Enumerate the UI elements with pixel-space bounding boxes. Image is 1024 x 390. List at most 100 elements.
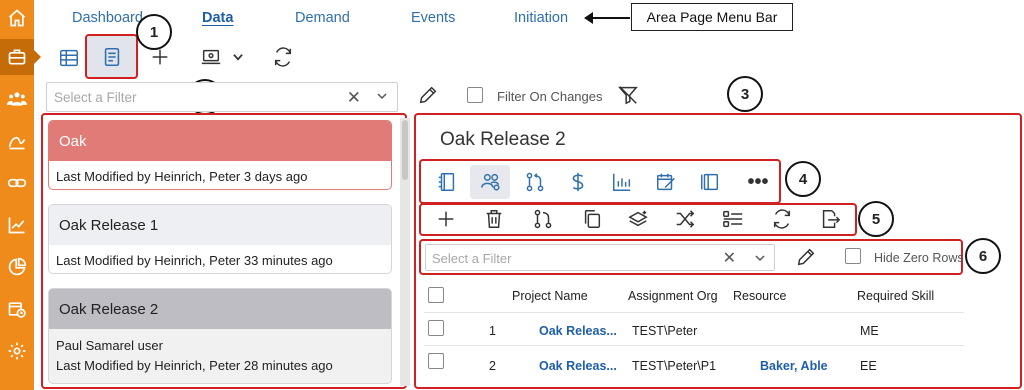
export-button[interactable] [818, 208, 842, 230]
home-icon [8, 9, 26, 27]
edit-grid-filter-button[interactable] [795, 246, 817, 268]
row-number: 2 [489, 359, 496, 373]
hide-zero-rows-checkbox[interactable] [845, 248, 861, 264]
export-icon [822, 210, 841, 228]
view-options-dropdown[interactable] [231, 50, 245, 64]
active-rail-indicator [34, 50, 41, 64]
card-modified: Last Modified by Heinrich, Peter 28 minu… [56, 358, 333, 373]
column-header-assignment-org[interactable]: Assignment Org [628, 289, 718, 303]
left-filter-select[interactable]: Select a Filter ✕ [46, 82, 398, 112]
edit-filter-button[interactable] [417, 84, 439, 106]
clear-filters-button[interactable] [617, 84, 639, 106]
grid-filter-chevron-down-icon[interactable] [754, 251, 766, 269]
list-settings-button[interactable] [720, 208, 746, 230]
row-divider [424, 345, 964, 346]
row-checkbox[interactable] [428, 320, 444, 336]
card-description: Paul Samarel user [56, 338, 163, 353]
refresh-icon [773, 209, 791, 229]
clear-grid-filter-icon[interactable]: ✕ [723, 248, 736, 268]
add-row-button[interactable] [435, 208, 457, 230]
book-icon [438, 173, 455, 191]
tab-initiation[interactable]: Initiation [514, 10, 568, 26]
pencil-icon [419, 86, 437, 104]
shuffle-button[interactable] [674, 208, 696, 230]
tab-financials-button[interactable] [566, 170, 590, 194]
rail-portfolio[interactable] [0, 39, 34, 75]
clear-filter-icon[interactable]: ✕ [347, 88, 361, 108]
link-dependency-button[interactable] [532, 208, 554, 230]
rail-reports[interactable] [0, 249, 34, 285]
refresh-button[interactable] [271, 45, 295, 69]
rail-resources[interactable] [0, 81, 34, 117]
row-resource-link[interactable]: Baker, Able [760, 359, 828, 373]
row-checkbox[interactable] [428, 353, 444, 369]
calendar-edit-icon [657, 173, 675, 191]
grid-view-button[interactable] [56, 45, 82, 71]
chevron-down-icon [233, 54, 243, 61]
row-number: 1 [489, 324, 496, 338]
column-header-required-skill[interactable]: Required Skill [857, 289, 934, 303]
briefcase-icon [8, 49, 26, 65]
view-options-button[interactable] [198, 44, 224, 70]
gear-icon [8, 342, 26, 360]
filter-chevron-down-icon[interactable] [376, 90, 388, 105]
tab-events[interactable]: Events [411, 10, 455, 26]
grid-filter-select[interactable]: Select a Filter ✕ [425, 244, 775, 271]
list-card-oak-release-2[interactable]: Oak Release 2 Paul Samarel user Last Mod… [48, 288, 392, 384]
dollar-icon [572, 172, 584, 192]
filter-on-changes-checkbox[interactable] [467, 87, 483, 103]
column-header-resource[interactable]: Resource [733, 289, 787, 303]
row-assignment-org: TEST\Peter\P1 [632, 359, 717, 373]
list-toggle-icon [723, 210, 743, 228]
layers-add-icon [628, 210, 648, 227]
rail-home[interactable] [0, 0, 34, 36]
document-icon [104, 47, 120, 67]
list-scrollbar[interactable] [400, 118, 410, 386]
rail-settings[interactable] [0, 333, 34, 369]
card-title: Oak [49, 121, 391, 161]
tab-charts-button[interactable] [610, 170, 634, 194]
list-card-oak[interactable]: Oak Last Modified by Heinrich, Peter 3 d… [48, 120, 392, 190]
tab-data[interactable]: Data [202, 10, 233, 26]
layers-button[interactable] [627, 208, 649, 230]
refresh-icon [274, 47, 292, 67]
pie-chart-icon [8, 257, 27, 276]
card-modified: Last Modified by Heinrich, Peter 3 days … [49, 161, 391, 184]
filter-off-icon [618, 86, 638, 105]
copy-icon [584, 210, 601, 228]
column-header-project-name[interactable]: Project Name [512, 289, 588, 303]
list-card-oak-release-1[interactable]: Oak Release 1 Last Modified by Heinrich,… [48, 204, 392, 274]
laptop-icon [201, 49, 221, 65]
rail-scenario[interactable] [0, 123, 34, 159]
row-project-link[interactable]: Oak Releas... [539, 324, 617, 338]
rail-analytics[interactable] [0, 207, 34, 243]
grid-filter-placeholder: Select a Filter [432, 251, 512, 266]
delete-row-button[interactable] [483, 208, 505, 230]
row-project-link[interactable]: Oak Releas... [539, 359, 617, 373]
more-options-icon[interactable]: ••• [746, 170, 770, 194]
copy-button[interactable] [581, 208, 603, 230]
table-icon [60, 49, 78, 67]
tab-schedule-button[interactable] [654, 170, 678, 194]
people-gear-icon [481, 173, 500, 191]
shuffle-icon [676, 210, 695, 228]
tab-details-button[interactable] [436, 170, 458, 194]
trash-icon [486, 210, 502, 228]
left-filter-placeholder: Select a Filter [54, 89, 137, 105]
detail-title: Oak Release 2 [440, 129, 566, 150]
rail-links[interactable] [0, 165, 34, 201]
tab-layout-button[interactable] [698, 170, 722, 194]
card-view-button[interactable] [85, 34, 138, 79]
tab-demand[interactable]: Demand [295, 10, 350, 26]
tab-assignments-button[interactable] [479, 170, 503, 194]
tab-dashboard[interactable]: Dashboard [72, 10, 143, 26]
scrollbar-thumb[interactable] [402, 120, 408, 180]
bar-chart-icon [613, 173, 631, 191]
select-all-checkbox[interactable] [428, 287, 444, 303]
card-view-icon-wrap [101, 46, 123, 68]
rail-schedule[interactable] [0, 291, 34, 327]
calendar-clock-icon [8, 302, 26, 318]
refresh-grid-button[interactable] [771, 208, 793, 230]
tab-dependencies-button[interactable] [523, 170, 547, 194]
callout-arrow [584, 12, 630, 24]
